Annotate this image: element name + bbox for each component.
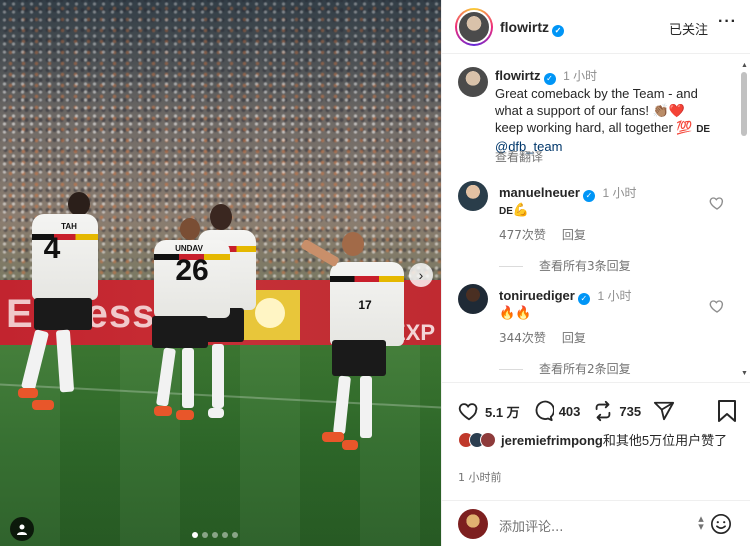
comment-count: 403 — [558, 403, 581, 419]
author-avatar[interactable] — [455, 8, 493, 46]
jersey-number: 26 — [175, 254, 209, 287]
save-button[interactable] — [717, 400, 737, 427]
comment-text: DE💪 — [499, 202, 529, 218]
caption-username[interactable]: flowirtz — [495, 68, 541, 83]
tagged-users-button[interactable] — [10, 517, 34, 541]
like-button[interactable]: 5.1 万 — [458, 400, 520, 422]
post-timestamp: 1 小时前 — [458, 471, 502, 484]
reply-button[interactable]: 回复 — [562, 228, 586, 242]
caption-line: Great comeback by the Team - and — [495, 86, 698, 101]
action-bar: 5.1 万 403 735 — [458, 399, 687, 423]
next-slide-button[interactable]: › — [409, 263, 433, 287]
jersey-name: UNDAV — [175, 244, 203, 253]
repost-icon — [596, 400, 611, 422]
post-header: flowirtz ✓ 已关注 ··· — [442, 0, 750, 54]
share-button[interactable] — [653, 400, 675, 422]
comments-scrollbar[interactable]: ▲ ▼ — [741, 62, 748, 377]
verified-badge-icon: ✓ — [543, 73, 556, 85]
chevron-right-icon: › — [418, 267, 424, 283]
post-actions: 5.1 万 403 735 jeremiefrimpong和其他5万位用户赞了 … — [442, 383, 750, 484]
liked-by-rest: 和其他5万位用户赞了 — [602, 433, 728, 448]
commenter-avatar[interactable] — [458, 284, 488, 314]
carousel-dot — [222, 532, 228, 538]
see-translation-link[interactable]: 查看翻译 — [495, 148, 543, 165]
like-comment-icon[interactable] — [709, 195, 725, 211]
scroll-up-icon[interactable]: ▲ — [741, 62, 748, 69]
comment-body: 💪 — [512, 202, 530, 217]
caption-line: what a support of our fans! 👏🏽❤️ — [495, 103, 685, 118]
author-username[interactable]: flowirtz ✓ — [500, 19, 564, 37]
emoji-icon[interactable] — [710, 513, 732, 535]
verified-badge-icon: ✓ — [582, 190, 595, 202]
commenter-avatar[interactable] — [458, 181, 488, 211]
send-icon — [654, 401, 675, 421]
carousel-dot — [212, 532, 218, 538]
carousel-dot — [192, 532, 198, 538]
jersey-number: 4 — [43, 232, 61, 265]
bookmark-icon — [718, 400, 736, 422]
comment-body: 🔥🔥 — [499, 305, 532, 320]
player-figure: 26 UNDAV — [136, 218, 246, 428]
commenter-username[interactable]: toniruediger — [499, 288, 575, 303]
post-photo[interactable]: Ex ress EXP 4 TAH 2 26 UNDAV — [0, 0, 441, 546]
comment-header: manuelneuer ✓ 1 小时 — [499, 184, 637, 202]
repost-count: 735 — [619, 403, 642, 419]
caption-author-avatar[interactable] — [458, 67, 488, 97]
scrollbar-thumb[interactable] — [741, 72, 747, 136]
following-button[interactable]: 已关注 — [669, 19, 708, 38]
comment-likes[interactable]: 477次赞 — [499, 228, 546, 242]
comment-text: 🔥🔥 — [499, 305, 531, 321]
view-replies-link[interactable]: 查看所有3条回复 — [499, 257, 631, 274]
player-figure: 17 — [300, 232, 420, 454]
germany-flag-icon: DE — [696, 124, 711, 135]
carousel-dot — [202, 532, 208, 538]
post-caption: flowirtz ✓ 1 小时 Great comeback by the Tea… — [495, 67, 731, 155]
repost-button[interactable]: 735 — [592, 400, 641, 422]
jersey-number: 17 — [358, 298, 372, 312]
like-count: 5.1 万 — [485, 404, 520, 420]
current-user-avatar — [458, 509, 488, 539]
commenter-username[interactable]: manuelneuer — [499, 185, 580, 200]
verified-badge-icon: ✓ — [577, 293, 590, 305]
germany-flag-icon: DE — [499, 206, 513, 217]
reply-button[interactable]: 回复 — [562, 331, 586, 345]
view-replies-link[interactable]: 查看所有2条回复 — [499, 360, 631, 377]
comment-bubble-icon — [535, 400, 554, 422]
liker-avatars — [458, 432, 496, 449]
user-tag-icon — [17, 524, 27, 535]
carousel-dots — [192, 532, 238, 538]
liked-by-text: jeremiefrimpong和其他5万位用户赞了 — [501, 432, 727, 449]
resize-icon: ▴ ▾ — [698, 513, 704, 533]
post-side-panel: flowirtz ✓ 已关注 ··· flowirtz ✓ 1 小时 Great c… — [441, 0, 750, 546]
comment-composer: 添加评论... ▴ ▾ — [442, 500, 750, 546]
like-comment-icon[interactable] — [709, 298, 725, 314]
comment-time: 1 小时 — [602, 186, 637, 200]
comment-button[interactable]: 403 — [532, 400, 581, 422]
jersey-name: TAH — [61, 222, 77, 231]
comment-meta: 344次赞 回复 — [499, 329, 602, 346]
comment-input[interactable]: 添加评论... — [499, 516, 563, 535]
comment-likes[interactable]: 344次赞 — [499, 331, 546, 345]
heart-icon — [458, 403, 478, 421]
comment-time: 1 小时 — [597, 289, 632, 303]
caption-time: 1 小时 — [563, 69, 598, 83]
liker-avatar — [480, 432, 496, 448]
author-username-text: flowirtz — [500, 19, 549, 35]
caption-line: keep working hard, all together 💯 — [495, 120, 693, 135]
liked-by[interactable]: jeremiefrimpong和其他5万位用户赞了 — [458, 432, 738, 449]
scroll-down-icon[interactable]: ▼ — [741, 370, 748, 377]
comments-section[interactable]: flowirtz ✓ 1 小时 Great comeback by the Tea… — [442, 55, 750, 383]
more-options-icon[interactable]: ··· — [718, 13, 737, 31]
liker-username[interactable]: jeremiefrimpong — [501, 433, 603, 448]
carousel-dot — [232, 532, 238, 538]
comment-meta: 477次赞 回复 — [499, 226, 602, 243]
verified-badge-icon: ✓ — [552, 25, 564, 37]
player-figure: 4 TAH — [18, 192, 108, 422]
comment-header: toniruediger ✓ 1 小时 — [499, 287, 631, 305]
